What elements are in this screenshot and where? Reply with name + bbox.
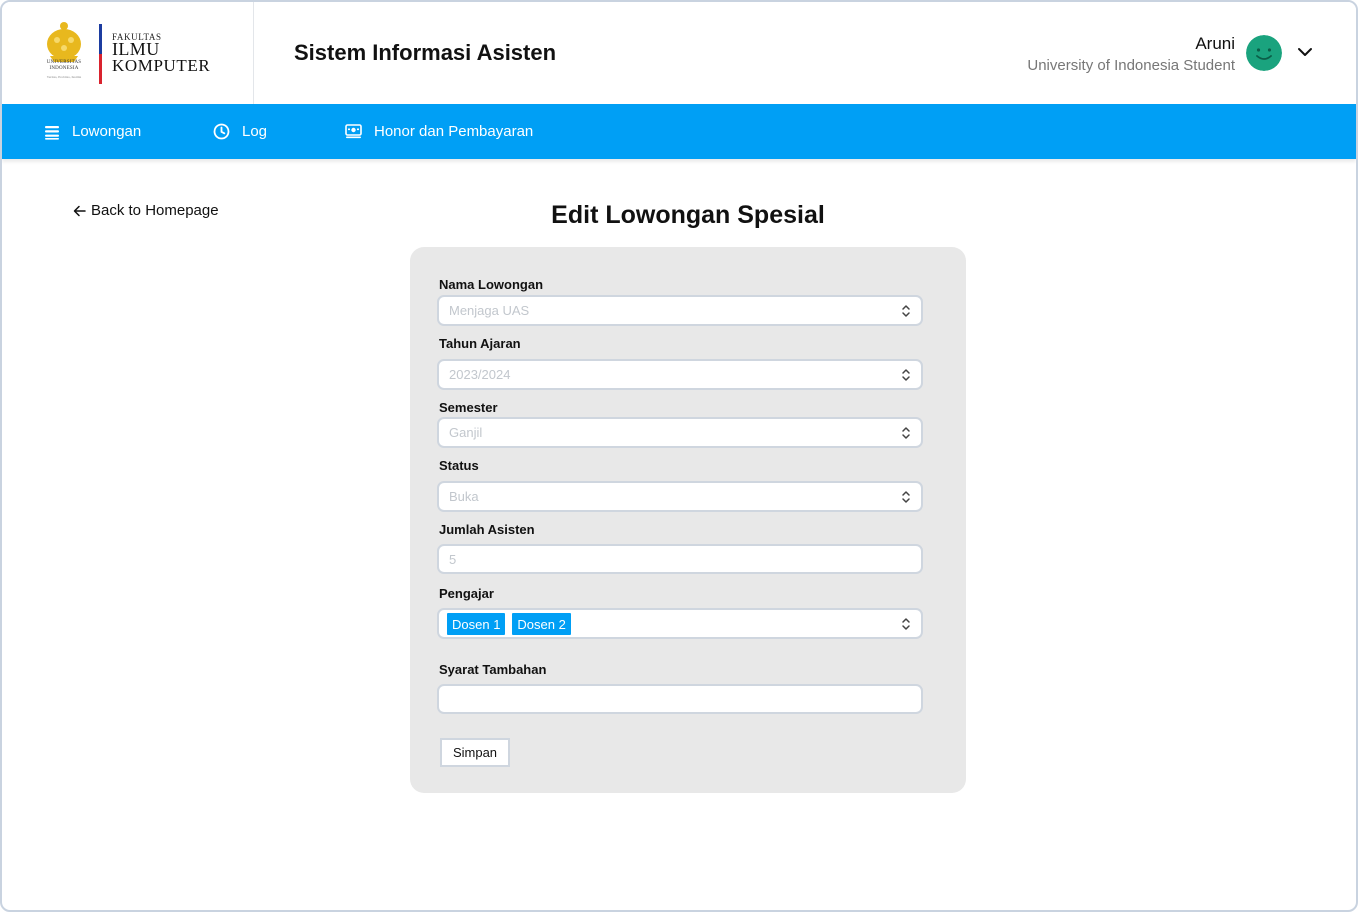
pengajar-tag[interactable]: Dosen 1	[447, 612, 506, 635]
main-nav: Lowongan Log Honor dan Pembayaran	[2, 104, 1356, 159]
chevron-updown-icon	[902, 618, 910, 630]
logo-bar-blue	[99, 24, 102, 54]
faculty-logo[interactable]: UNIVERSITAS INDONESIA Veritas, Probitas,…	[2, 2, 254, 104]
nav-item-label: Honor dan Pembayaran	[374, 123, 534, 140]
field-label-syarat-tambahan: Syarat Tambahan	[439, 662, 547, 677]
arrow-left-icon	[73, 205, 86, 216]
back-link-label: Back to Homepage	[91, 202, 219, 219]
status-select[interactable]: Buka	[437, 481, 923, 512]
user-role: University of Indonesia Student	[1027, 57, 1235, 74]
pengajar-tag[interactable]: Dosen 2	[512, 612, 571, 635]
faculty-name-line2: KOMPUTER	[112, 56, 211, 75]
tahun-ajaran-select[interactable]: 2023/2024	[437, 359, 923, 390]
field-label-tahun-ajaran: Tahun Ajaran	[439, 336, 521, 351]
syarat-tambahan-input[interactable]	[437, 684, 923, 714]
back-to-homepage-link[interactable]: Back to Homepage	[73, 202, 219, 219]
jumlah-asisten-input[interactable]: 5	[437, 544, 923, 574]
chevron-down-icon[interactable]	[1297, 44, 1313, 60]
logo-bar-red	[99, 54, 102, 84]
page-title: Edit Lowongan Spesial	[551, 201, 825, 229]
chevron-updown-icon	[902, 369, 910, 381]
nav-item-honor[interactable]: Honor dan Pembayaran	[345, 104, 533, 159]
app-window: UNIVERSITAS INDONESIA Veritas, Probitas,…	[0, 0, 1358, 912]
emblem-motto: Veritas, Probitas, Iustitia	[46, 75, 82, 79]
pengajar-multiselect[interactable]: Dosen 1 Dosen 2	[437, 608, 923, 639]
nav-item-lowongan[interactable]: Lowongan	[44, 104, 141, 159]
chevron-updown-icon	[902, 491, 910, 503]
semester-select[interactable]: Ganjil	[437, 417, 923, 448]
app-title: Sistem Informasi Asisten	[294, 40, 557, 65]
chevron-updown-icon	[902, 427, 910, 439]
simpan-button[interactable]: Simpan	[440, 738, 510, 767]
nav-item-label: Log	[242, 123, 268, 140]
field-label-pengajar: Pengajar	[439, 586, 494, 601]
chevron-updown-icon	[902, 305, 910, 317]
nav-item-label: Lowongan	[72, 123, 142, 140]
jumlah-asisten-value: 5	[449, 551, 457, 567]
nav-item-log[interactable]: Log	[213, 104, 267, 159]
edit-form-card: Nama Lowongan Menjaga UAS Tahun Ajaran 2…	[410, 247, 966, 793]
list-icon	[45, 125, 59, 140]
field-label-jumlah-asisten: Jumlah Asisten	[439, 522, 535, 537]
nama-lowongan-select[interactable]: Menjaga UAS	[437, 295, 923, 326]
field-label-semester: Semester	[439, 400, 498, 415]
nama-lowongan-value: Menjaga UAS	[449, 303, 530, 318]
status-value: Buka	[449, 489, 479, 504]
semester-value: Ganjil	[449, 425, 483, 440]
field-label-nama-lowongan: Nama Lowongan	[439, 277, 544, 292]
field-label-status: Status	[439, 458, 479, 473]
clock-icon	[213, 123, 230, 140]
payment-icon	[345, 124, 362, 139]
tahun-ajaran-value: 2023/2024	[449, 367, 511, 382]
avatar[interactable]	[1246, 35, 1282, 71]
emblem-caption: UNIVERSITAS INDONESIA	[46, 60, 82, 71]
top-header: UNIVERSITAS INDONESIA Veritas, Probitas,…	[2, 2, 1356, 104]
user-name: Aruni	[1195, 34, 1235, 53]
